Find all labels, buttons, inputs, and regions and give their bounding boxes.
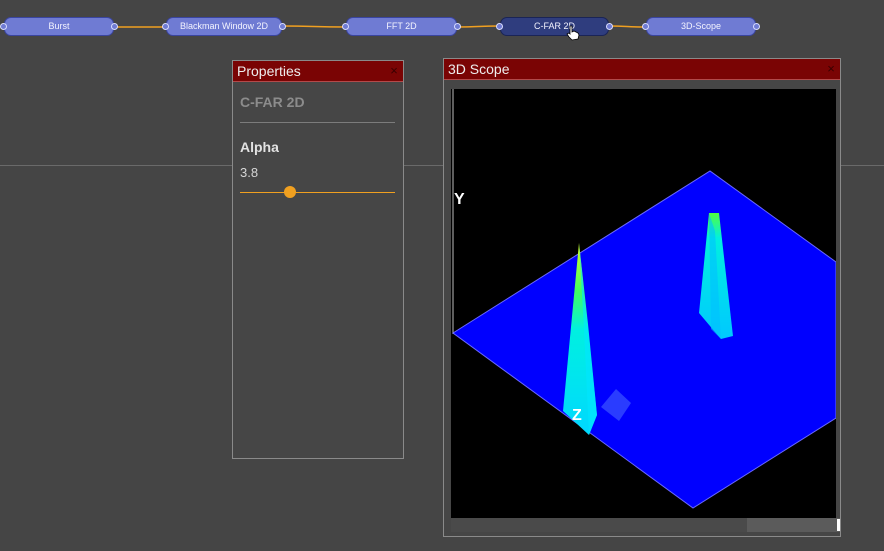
scrollbar-thumb[interactable]	[451, 518, 747, 532]
link-blackman-fft[interactable]	[281, 25, 347, 28]
input-port[interactable]	[162, 23, 169, 30]
close-icon[interactable]: ×	[825, 59, 837, 79]
output-port[interactable]	[111, 23, 118, 30]
close-icon[interactable]: ×	[388, 61, 400, 81]
alpha-slider[interactable]	[240, 186, 395, 198]
surface-plane	[452, 170, 836, 509]
scope-title: 3D Scope	[448, 61, 510, 77]
properties-titlebar[interactable]: Properties ×	[233, 61, 403, 82]
properties-divider	[240, 122, 395, 123]
output-port[interactable]	[606, 23, 613, 30]
node-burst[interactable]: Burst	[0, 17, 118, 36]
output-port[interactable]	[753, 23, 760, 30]
hand-cursor-icon	[566, 25, 580, 41]
output-port[interactable]	[454, 23, 461, 30]
scope-3d-canvas[interactable]: Y Z	[451, 89, 836, 518]
output-port[interactable]	[279, 23, 286, 30]
scope-titlebar[interactable]: 3D Scope ×	[444, 59, 840, 80]
scope-3d-render: Y Z	[452, 89, 836, 509]
slider-track[interactable]	[240, 192, 395, 193]
properties-panel: Properties × C-FAR 2D Alpha 3.8	[232, 60, 404, 459]
node-label: Blackman Window 2D	[179, 21, 269, 31]
node-blackman-window-2d[interactable]: Blackman Window 2D	[162, 17, 286, 36]
scope-3d-panel: 3D Scope × Y Z	[443, 58, 841, 537]
input-port[interactable]	[0, 23, 7, 30]
selected-node-name: C-FAR 2D	[240, 94, 305, 110]
link-fft-cfar[interactable]	[456, 25, 501, 28]
node-3d-scope[interactable]: 3D-Scope	[642, 17, 760, 36]
scrollbar-end-marker	[837, 519, 840, 531]
slider-thumb[interactable]	[283, 186, 296, 198]
node-label: Burst	[48, 21, 70, 31]
alpha-value: 3.8	[240, 165, 259, 180]
link-cfar-scope[interactable]	[608, 25, 647, 28]
node-label: FFT 2D	[386, 21, 417, 31]
horizontal-scrollbar[interactable]	[451, 518, 840, 532]
y-axis-label: Y	[454, 191, 465, 208]
input-port[interactable]	[342, 23, 349, 30]
input-port[interactable]	[496, 23, 503, 30]
node-fft-2d[interactable]: FFT 2D	[342, 17, 461, 36]
properties-title: Properties	[237, 63, 301, 79]
input-port[interactable]	[642, 23, 649, 30]
alpha-label: Alpha	[240, 139, 279, 155]
z-axis-label: Z	[572, 407, 582, 424]
node-cfar-2d[interactable]: C-FAR 2D	[496, 17, 613, 36]
node-label: 3D-Scope	[680, 21, 722, 31]
